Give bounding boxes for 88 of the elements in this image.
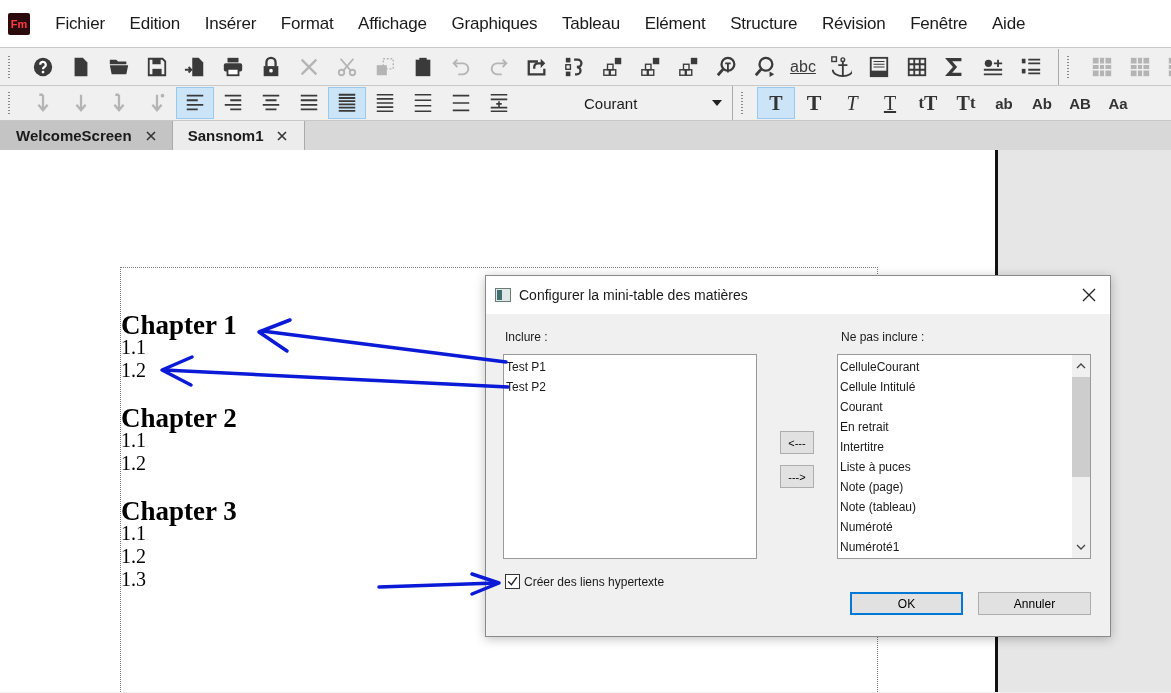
list-item[interactable]: Cellule Intitulé (838, 377, 1072, 397)
text-style-button[interactable]: T (795, 87, 833, 119)
line-spacing-icon (374, 92, 396, 114)
grid-icon (1091, 55, 1113, 78)
include-list[interactable]: Test P1 Test P2 (503, 354, 757, 559)
printer-icon (222, 55, 244, 78)
menu-item[interactable]: Graphiques (439, 13, 550, 34)
find-icon (716, 55, 738, 78)
line-spacing-icon (412, 92, 434, 114)
align-left-button[interactable] (176, 87, 214, 119)
menu-item[interactable]: Tableau (549, 13, 633, 34)
grid-icon (1129, 55, 1151, 78)
save-icon (146, 55, 168, 78)
text-style-button[interactable]: T (757, 87, 795, 119)
list-item[interactable]: Test P1 (504, 357, 756, 377)
text-style-button[interactable]: Aa (1099, 87, 1137, 119)
list-item[interactable]: Numéroté (838, 517, 1072, 537)
line-spacing-plus-icon (488, 92, 510, 114)
sort-icon (564, 55, 586, 78)
menu-item[interactable]: Révision (809, 13, 898, 34)
exclude-list[interactable]: CelluleCourant Cellule Intitulé Courant En retrait Intertitre Liste à puces Note (page) Note (tableau) Numéroté Numéroté1 (837, 354, 1091, 559)
text-style-button[interactable]: T (871, 87, 909, 119)
list-item[interactable]: Liste à puces (838, 457, 1072, 477)
dialog-button[interactable]: Annuler (978, 592, 1091, 615)
spell-check-button[interactable]: abc (784, 50, 822, 83)
move-button[interactable]: <--- (780, 431, 814, 454)
document-tab[interactable]: WelcomeScreen (0, 121, 173, 150)
dense-lines-button[interactable] (328, 87, 366, 119)
stacked-boxes-icon (640, 55, 662, 78)
text-style-button[interactable]: Ab (1023, 87, 1061, 119)
menu-item[interactable]: Fichier (43, 13, 118, 34)
close-icon[interactable] (277, 130, 288, 141)
scrollbar[interactable] (1072, 355, 1090, 558)
window-icon (495, 288, 511, 302)
scissors-icon (336, 55, 358, 78)
close-icon[interactable] (1082, 288, 1096, 302)
section-number: 1.1 (121, 429, 146, 452)
stacked-boxes-icon (678, 55, 700, 78)
list-item[interactable]: Note (tableau) (838, 497, 1072, 517)
table-icon (906, 55, 928, 78)
search-icon (754, 55, 776, 78)
text-style-button[interactable]: AB (1061, 87, 1099, 119)
document-tab[interactable]: Sansnom1 (172, 121, 306, 150)
help-icon (32, 55, 54, 78)
menu-item[interactable]: Fenêtre (897, 13, 980, 34)
copy-icon (374, 55, 396, 78)
dense-lines-icon (336, 92, 358, 114)
list-label: Ne pas inclure : (840, 329, 926, 346)
list-item[interactable]: Test P2 (504, 377, 756, 397)
menu-item[interactable]: Edition (117, 13, 193, 34)
scroll-up-icon[interactable] (1076, 363, 1086, 369)
menu-item[interactable]: Format (268, 13, 346, 34)
list-label: Inclure : (504, 329, 549, 346)
menu-item[interactable]: Aide (979, 13, 1038, 34)
scroll-down-icon[interactable] (1076, 544, 1086, 550)
menu-item[interactable]: Affichage (345, 13, 440, 34)
menu-item[interactable]: Insérer (192, 13, 269, 34)
app-logo: Fm (8, 12, 30, 35)
scroll-thumb[interactable] (1072, 377, 1090, 477)
text-style-button[interactable]: T (833, 87, 871, 119)
line-spacing-icon (450, 92, 472, 114)
menu-item[interactable]: Elément (632, 13, 718, 34)
import-icon (184, 55, 206, 78)
section-number: 1.1 (121, 522, 146, 545)
panel-icon (868, 55, 890, 78)
text-style-button[interactable]: ab (985, 87, 1023, 119)
anchor-icon (830, 55, 852, 78)
section-number: 1.2 (121, 359, 146, 382)
list-item[interactable]: CelluleCourant (838, 357, 1072, 377)
close-icon[interactable] (145, 130, 156, 141)
list-item[interactable]: Courant (838, 397, 1072, 417)
move-button[interactable]: ---> (780, 465, 814, 488)
checkbox-label: Créer des liens hypertexte (524, 574, 665, 589)
section-number: 1.3 (121, 568, 146, 591)
section-number: 1.1 (121, 336, 146, 359)
caret-icon (712, 100, 722, 106)
dialog-button[interactable]: OK (850, 592, 963, 615)
section-number: 1.2 (121, 452, 146, 475)
menu-item[interactable]: Structure (717, 13, 810, 34)
list-item[interactable]: Intertitre (838, 437, 1072, 457)
stacked-boxes-icon (602, 55, 624, 78)
list-item[interactable]: Numéroté1 (838, 537, 1072, 557)
dialog-title: Configurer la mini-table des matières (519, 287, 749, 303)
checkbox[interactable] (505, 574, 520, 589)
section-number: 1.2 (121, 545, 146, 568)
list-item[interactable]: Note (page) (838, 477, 1072, 497)
style-dropdown[interactable]: Courant (584, 94, 726, 112)
list-item[interactable]: En retrait (838, 417, 1072, 437)
